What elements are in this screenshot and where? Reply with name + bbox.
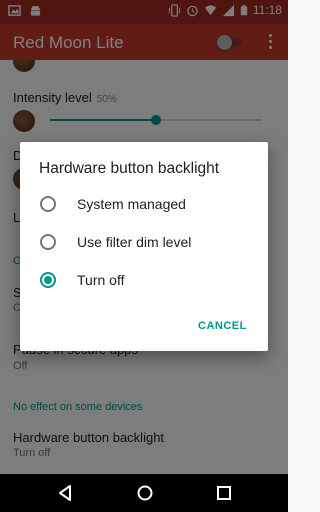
navigation-bar (0, 474, 288, 512)
option-label: Use filter dim level (77, 234, 192, 250)
radio-system-managed[interactable] (40, 196, 56, 212)
option-label: Turn off (77, 272, 125, 288)
dialog-title: Hardware button backlight (39, 160, 220, 177)
option-use-filter-dim-level[interactable]: Use filter dim level (20, 224, 268, 260)
recent-apps-icon[interactable] (216, 484, 232, 502)
radio-use-filter-dim-level[interactable] (40, 234, 56, 250)
option-label: System managed (77, 196, 186, 212)
back-icon[interactable] (57, 484, 73, 502)
home-icon[interactable] (136, 484, 154, 502)
option-system-managed[interactable]: System managed (20, 186, 268, 222)
radio-turn-off[interactable] (40, 272, 56, 288)
option-turn-off[interactable]: Turn off (20, 262, 268, 298)
cancel-button[interactable]: CANCEL (198, 320, 247, 332)
backlight-dialog: Hardware button backlight System managed… (20, 142, 268, 351)
